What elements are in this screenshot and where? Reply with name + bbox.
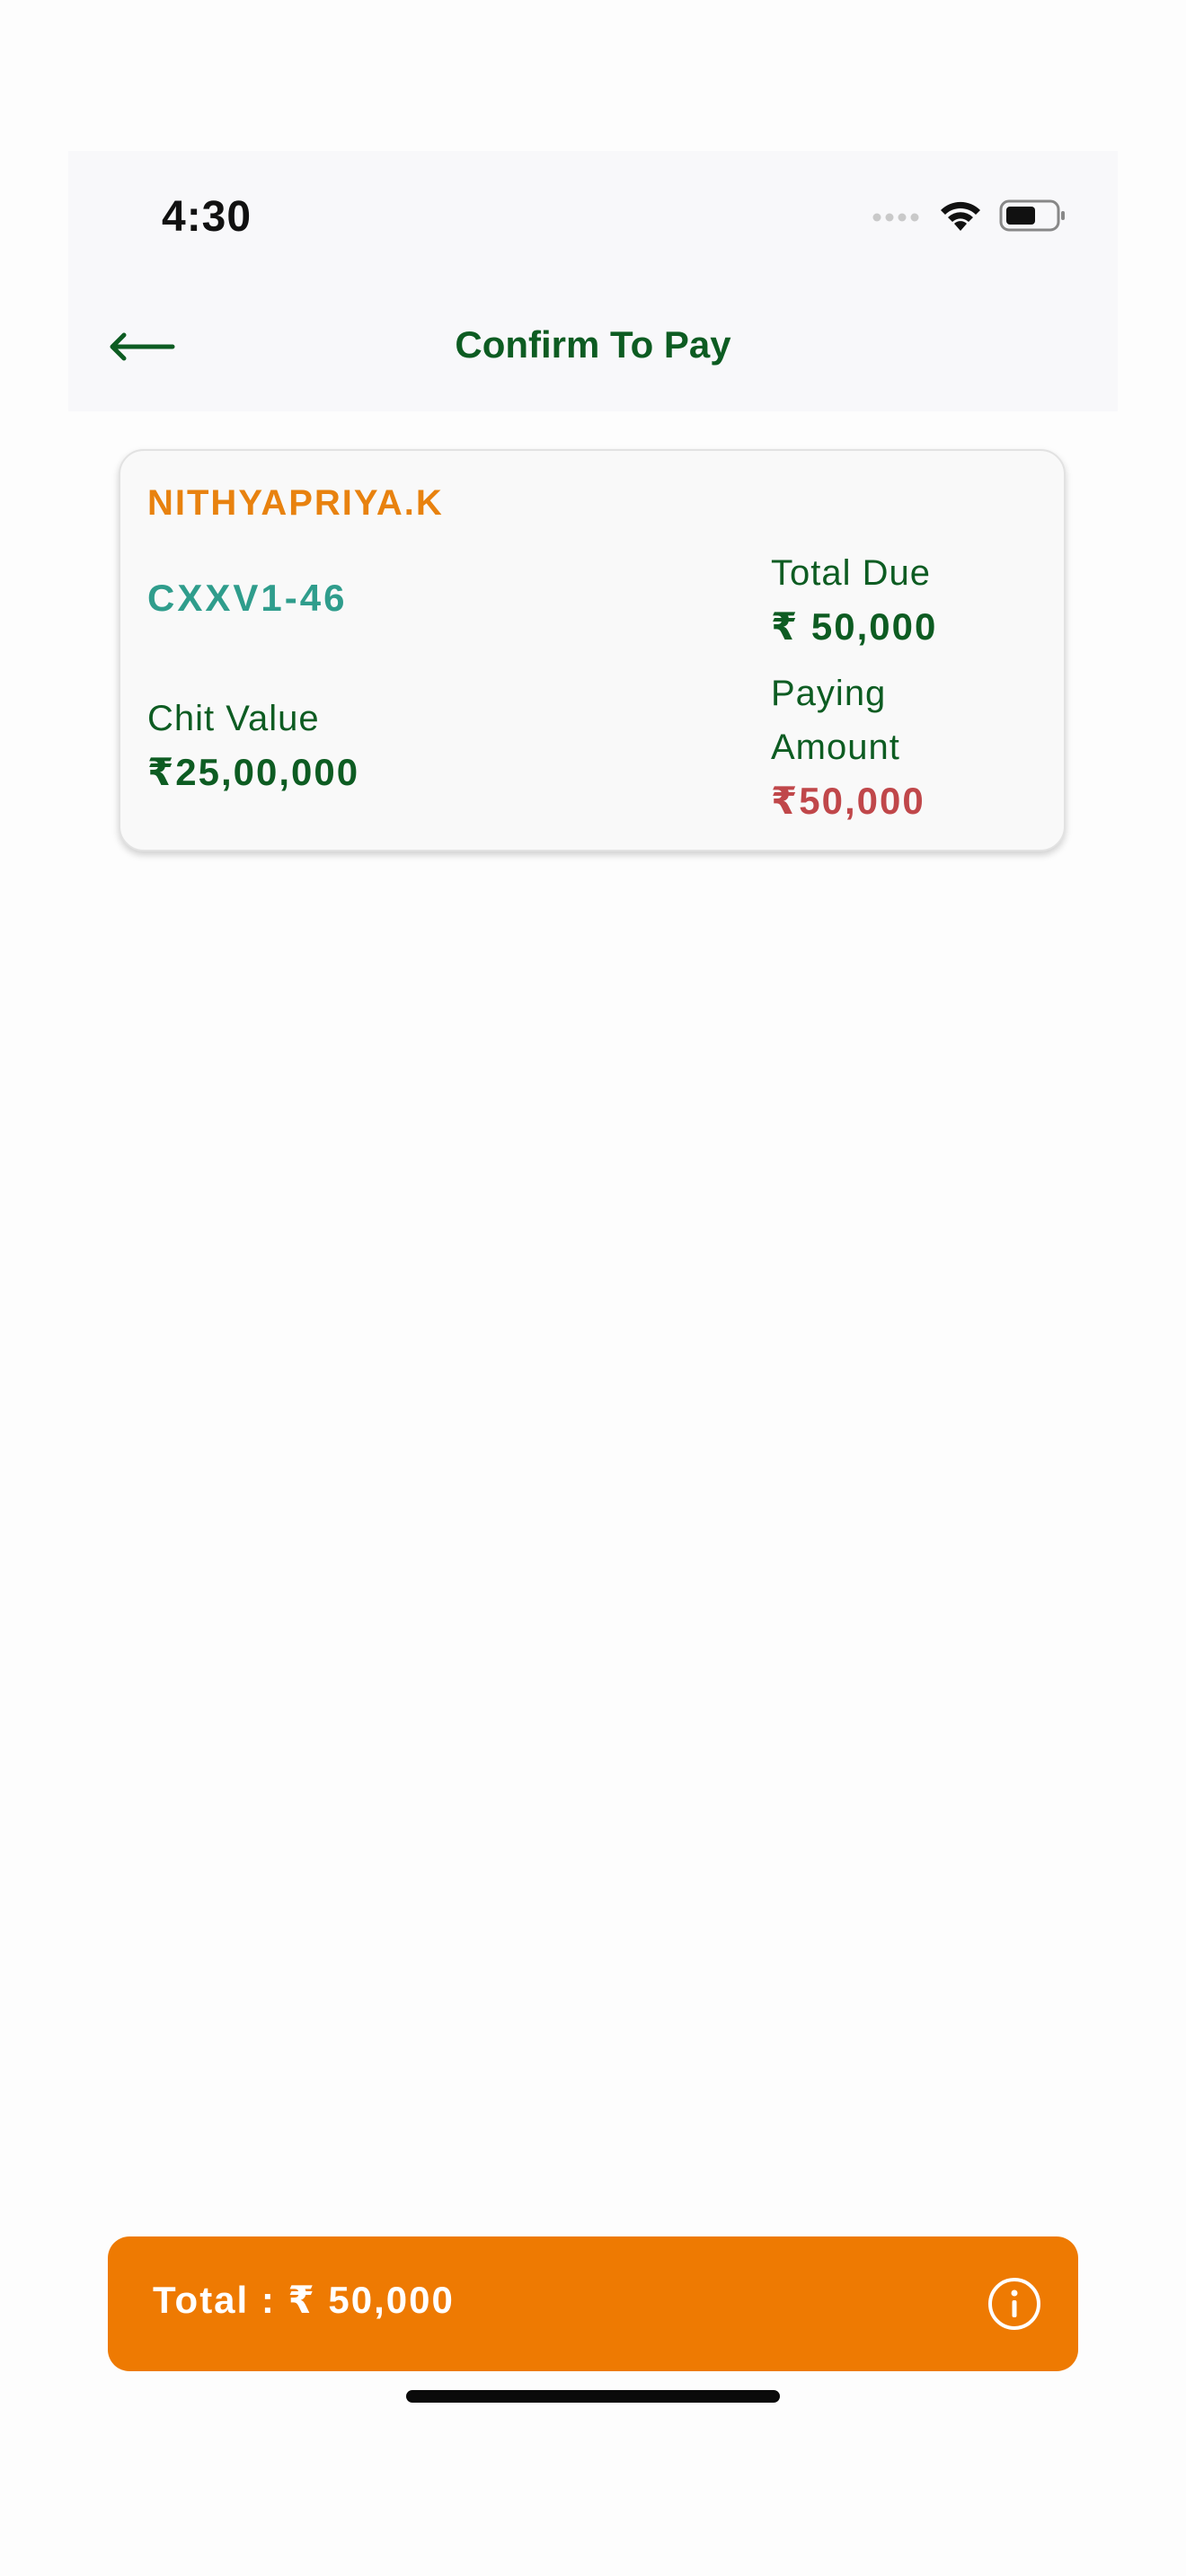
battery-icon [999,199,1065,232]
screen: 4:30 Confirm To Pay NITHYAPRIYA.K CXXV1-… [0,0,1186,2576]
home-indicator [406,2390,780,2403]
group-code: CXXV1-46 [147,577,348,619]
chit-value-block: Chit Value ₹25,00,000 [147,692,359,799]
chit-value-label: Chit Value [147,699,320,738]
total-amount-text: Total : ₹ 50,000 [153,2279,455,2321]
paying-amount-value: ₹50,000 [771,780,925,822]
total-pay-bar[interactable]: Total : ₹ 50,000 [108,2236,1078,2371]
wifi-icon [941,201,980,231]
top-bar: 4:30 Confirm To Pay [68,151,1118,411]
status-icons [872,198,1067,234]
cellular-signal-icon [872,213,919,222]
paying-amount-label: Paying Amount [771,674,900,767]
navigation-bar: Confirm To Pay [68,309,1118,390]
total-due-block: Total Due ₹ 50,000 [771,546,937,654]
member-name: NITHYAPRIYA.K [147,483,444,523]
chit-value: ₹25,00,000 [147,751,360,793]
paying-amount-block: Paying Amount ₹50,000 [771,666,978,828]
info-icon[interactable] [987,2276,1042,2332]
total-due-value: ₹ 50,000 [771,605,938,648]
chit-card: NITHYAPRIYA.K CXXV1-46 Chit Value ₹25,00… [119,449,1066,851]
page-title: Confirm To Pay [455,323,731,366]
status-time: 4:30 [162,193,252,241]
total-due-label: Total Due [771,553,931,593]
